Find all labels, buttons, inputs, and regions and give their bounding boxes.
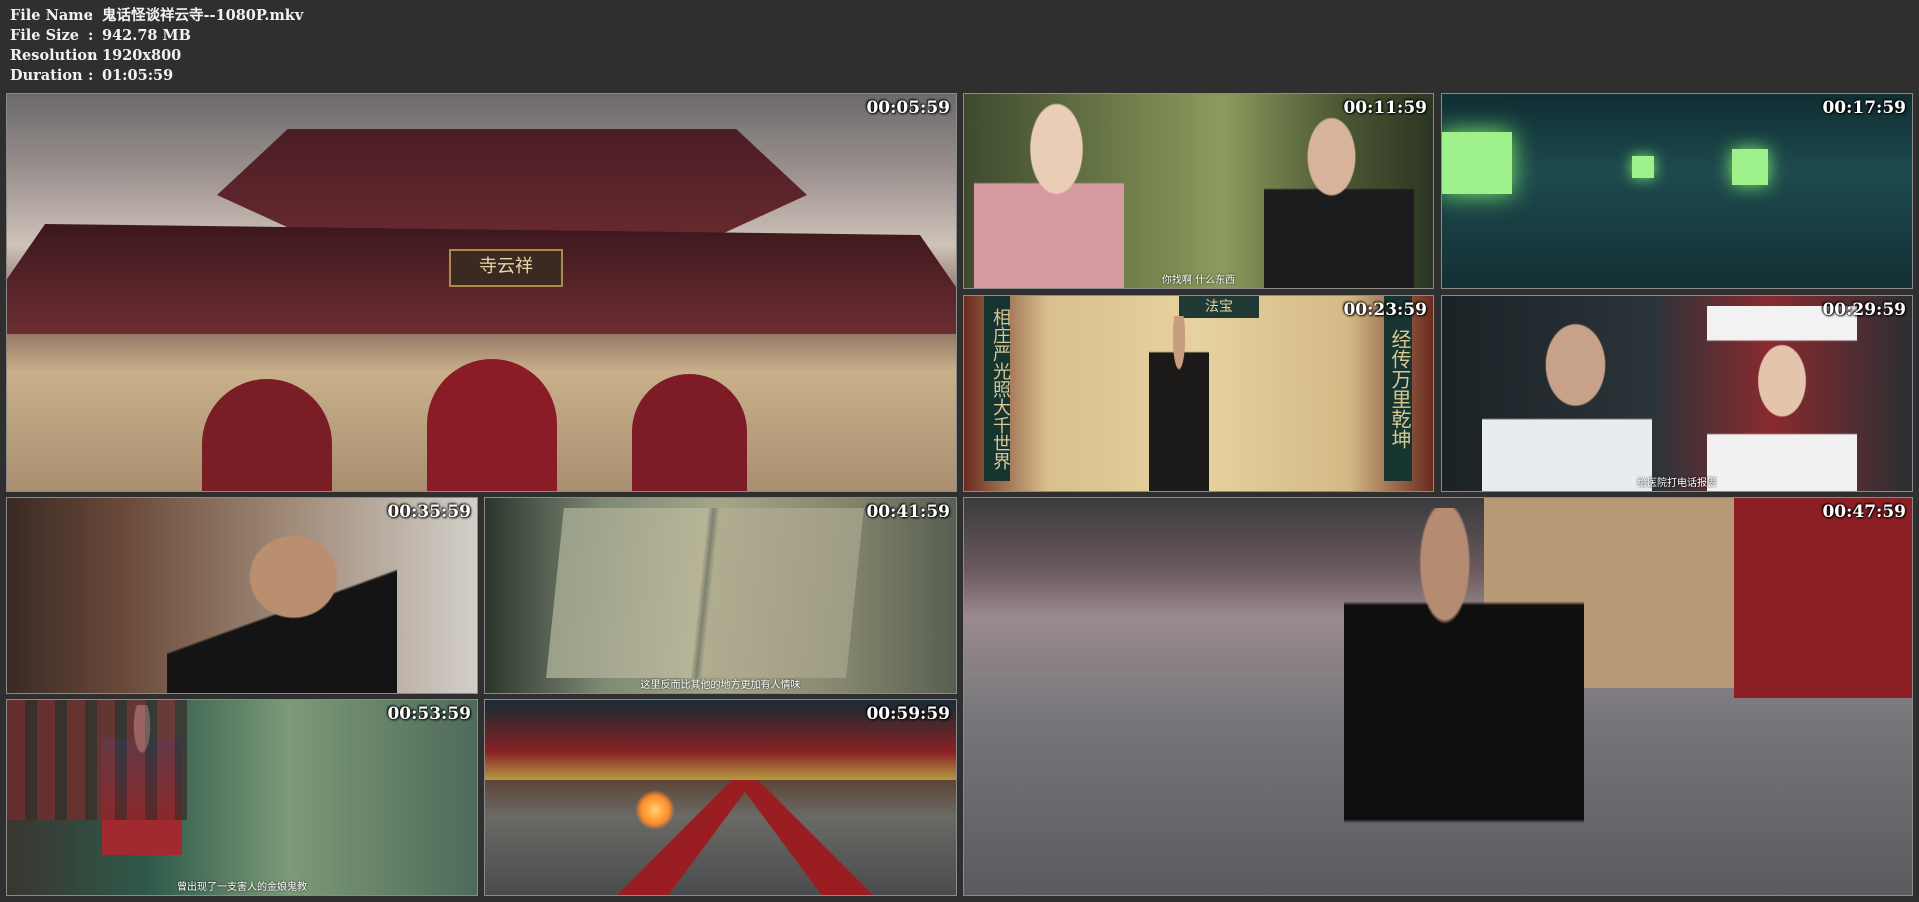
couplet-left: 相庄严光照大千世界 [984, 296, 1011, 481]
woman-figure [974, 94, 1124, 288]
man-figure [1482, 296, 1652, 491]
info-row-resolution: Resolution : 1920x800 [10, 46, 303, 66]
duration-label: Duration [10, 67, 83, 84]
temple-door-center [427, 359, 557, 491]
timestamp-label: 00:59:59 [866, 704, 950, 724]
timestamp-label: 00:11:59 [1343, 98, 1427, 118]
file-name-value: 鬼话怪谈祥云寺--1080P.mkv [102, 7, 304, 24]
thumbnail-temple: 寺云祥 00:05:59 [6, 93, 957, 492]
subtitle-text: 这里反而比其他的地方更加有人情味 [640, 680, 801, 691]
resolution-value: 1920x800 [102, 47, 182, 64]
separator: : [88, 67, 94, 84]
man-figure [1264, 94, 1414, 288]
nurse-figure [1707, 306, 1857, 491]
info-row-file-size: File Size : 942.78 MB [10, 26, 303, 46]
temple-door-right [632, 374, 747, 491]
man-figure [167, 498, 397, 693]
timestamp-label: 00:41:59 [866, 502, 950, 522]
lantern-right [1732, 149, 1768, 185]
temple-sign-board: 寺云祥 [449, 249, 563, 287]
lantern-left [1442, 132, 1512, 194]
timestamp-label: 00:35:59 [387, 502, 471, 522]
file-size-label: File Size [10, 27, 80, 44]
red-wall [1734, 498, 1912, 698]
subtitle-text: 你找啊 什么东西 [1161, 275, 1236, 286]
red-robed-figures [7, 700, 187, 820]
thumbnail-lanterns: 00:17:59 [1441, 93, 1913, 289]
thumbnail-hospital: 00:29:59 给医院打电话报警 [1441, 295, 1913, 492]
separator: : [88, 47, 94, 64]
resolution-label: Resolution [10, 47, 98, 64]
thumbnail-temple-doorway: 法宝 相庄严光照大千世界 经传万里乾坤 00:23:59 [963, 295, 1434, 492]
temple-door-left [202, 379, 332, 491]
separator: : [88, 7, 94, 24]
file-name-label: File Name [10, 7, 93, 24]
duration-value: 01:05:59 [102, 67, 174, 84]
thumbnail-man-profile: 00:35:59 [6, 497, 478, 694]
subtitle-text: 给医院打电话报警 [1637, 478, 1717, 489]
thumbnail-old-book: 00:41:59 这里反而比其他的地方更加有人情味 [484, 497, 957, 694]
fire-glow [635, 790, 675, 830]
file-size-value: 942.78 MB [102, 27, 191, 44]
lantern-middle [1632, 156, 1654, 178]
timestamp-label: 00:23:59 [1343, 300, 1427, 320]
file-info-panel: File Name : 鬼话怪谈祥云寺--1080P.mkv File Size… [10, 6, 303, 86]
subtitle-text: 曾出现了一支害人的金娘鬼教 [177, 882, 307, 893]
timestamp-label: 00:17:59 [1822, 98, 1906, 118]
book-pages [546, 508, 864, 678]
monk-figure [1149, 316, 1209, 491]
timestamp-label: 00:53:59 [387, 704, 471, 724]
thumbnail-temple-courtyard: 00:59:59 [484, 699, 957, 896]
runner-figure [1344, 508, 1584, 895]
thumbnail-running-man: 00:47:59 [963, 497, 1913, 896]
timestamp-label: 00:47:59 [1822, 502, 1906, 522]
timestamp-label: 00:29:59 [1822, 300, 1906, 320]
separator: : [88, 27, 94, 44]
timestamp-label: 00:05:59 [866, 98, 950, 118]
thumbnail-ghost-illustration: 00:53:59 曾出现了一支害人的金娘鬼教 [6, 699, 478, 896]
thumbnail-forest-dialogue: 00:11:59 你找啊 什么东西 [963, 93, 1434, 289]
plaque: 法宝 [1179, 296, 1259, 318]
info-row-file-name: File Name : 鬼话怪谈祥云寺--1080P.mkv [10, 6, 303, 26]
info-row-duration: Duration : 01:05:59 [10, 66, 303, 86]
couplet-right: 经传万里乾坤 [1384, 296, 1412, 481]
